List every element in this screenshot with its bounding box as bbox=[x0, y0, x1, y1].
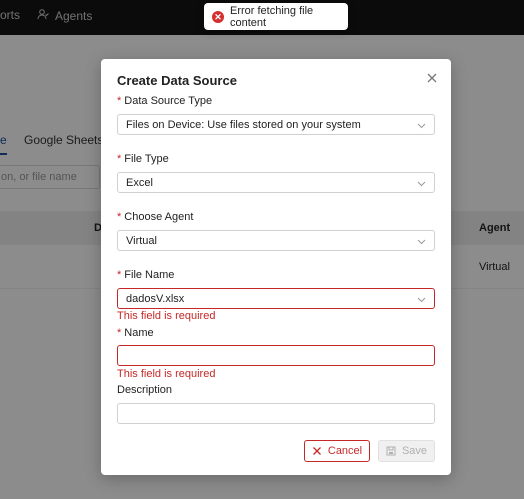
file-name-select[interactable]: dadosV.xlsx bbox=[117, 288, 435, 309]
file-name-value: dadosV.xlsx bbox=[126, 293, 185, 305]
description-input[interactable] bbox=[117, 403, 435, 424]
save-button-label: Save bbox=[401, 445, 428, 457]
required-marker: * bbox=[117, 211, 122, 223]
file-name-label: * File Name bbox=[117, 269, 174, 281]
required-marker: * bbox=[117, 153, 122, 165]
data-source-type-label: * Data Source Type bbox=[117, 95, 212, 107]
data-source-type-label-text: Data Source Type bbox=[124, 95, 213, 107]
error-toast: ✕ Error fetching file content bbox=[204, 3, 348, 30]
chevron-down-icon bbox=[417, 297, 426, 303]
error-circle-icon: ✕ bbox=[212, 10, 224, 23]
name-label-text: Name bbox=[124, 327, 154, 339]
file-name-label-text: File Name bbox=[124, 269, 175, 281]
required-marker: * bbox=[117, 269, 122, 281]
chevron-down-icon bbox=[417, 181, 426, 187]
create-data-source-modal: Create Data Source * Data Source Type Fil… bbox=[101, 59, 451, 475]
save-button[interactable]: Save bbox=[378, 440, 435, 462]
choose-agent-select[interactable]: Virtual bbox=[117, 230, 435, 251]
cancel-button[interactable]: Cancel bbox=[304, 440, 370, 462]
choose-agent-label-text: Choose Agent bbox=[124, 211, 194, 223]
file-type-label-text: File Type bbox=[124, 153, 169, 165]
data-source-type-value: Files on Device: Use files stored on you… bbox=[126, 119, 361, 131]
file-type-value: Excel bbox=[126, 177, 153, 189]
cancel-button-label: Cancel bbox=[327, 445, 363, 457]
data-source-type-select[interactable]: Files on Device: Use files stored on you… bbox=[117, 114, 435, 135]
file-type-label: * File Type bbox=[117, 153, 169, 165]
file-type-select[interactable]: Excel bbox=[117, 172, 435, 193]
chevron-down-icon bbox=[417, 123, 426, 129]
modal-title: Create Data Source bbox=[117, 73, 237, 88]
save-icon bbox=[386, 446, 396, 456]
name-label: * Name bbox=[117, 327, 154, 339]
close-button[interactable] bbox=[425, 71, 439, 85]
required-marker: * bbox=[117, 327, 122, 339]
name-input[interactable] bbox=[117, 345, 435, 366]
description-label: Description bbox=[117, 384, 173, 396]
close-icon bbox=[425, 72, 439, 89]
required-marker: * bbox=[117, 95, 122, 107]
choose-agent-label: * Choose Agent bbox=[117, 211, 193, 223]
choose-agent-value: Virtual bbox=[126, 235, 157, 247]
chevron-down-icon bbox=[417, 239, 426, 245]
close-icon bbox=[312, 447, 321, 455]
name-error: This field is required bbox=[117, 368, 216, 380]
file-name-error: This field is required bbox=[117, 310, 216, 322]
toast-message: Error fetching file content bbox=[230, 4, 314, 29]
